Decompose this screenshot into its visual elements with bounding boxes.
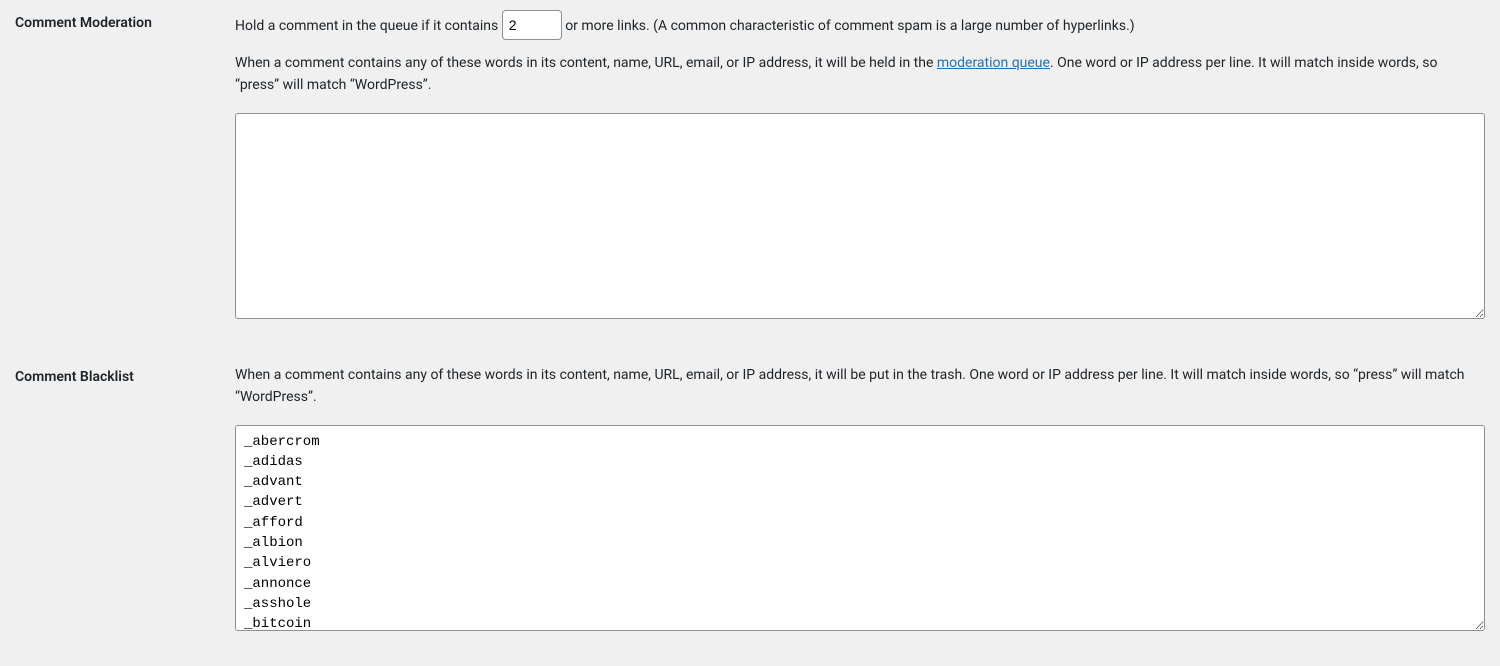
comment-blacklist-content: When a comment contains any of these wor… <box>235 364 1485 638</box>
moderation-links-desc: Hold a comment in the queue if it contai… <box>235 10 1485 40</box>
comment-blacklist-row: Comment Blacklist When a comment contain… <box>0 354 1500 666</box>
moderation-links-count-input[interactable] <box>502 10 562 40</box>
comment-moderation-row: Comment Moderation Hold a comment in the… <box>0 0 1500 354</box>
moderation-keys-desc: When a comment contains any of these wor… <box>235 52 1485 97</box>
comment-blacklist-label: Comment Blacklist <box>15 364 235 388</box>
comment-moderation-label: Comment Moderation <box>15 10 235 34</box>
comment-moderation-content: Hold a comment in the queue if it contai… <box>235 10 1485 326</box>
moderation-hold-prefix: Hold a comment in the queue if it contai… <box>235 18 502 34</box>
moderation-keys-textarea[interactable] <box>235 113 1485 319</box>
blacklist-desc: When a comment contains any of these wor… <box>235 364 1485 409</box>
moderation-queue-link[interactable]: moderation queue <box>937 55 1050 71</box>
moderation-hold-suffix: or more links. (A common characteristic … <box>565 18 1134 34</box>
moderation-keys-desc-a: When a comment contains any of these wor… <box>235 55 937 71</box>
blacklist-keys-textarea[interactable] <box>235 425 1485 631</box>
